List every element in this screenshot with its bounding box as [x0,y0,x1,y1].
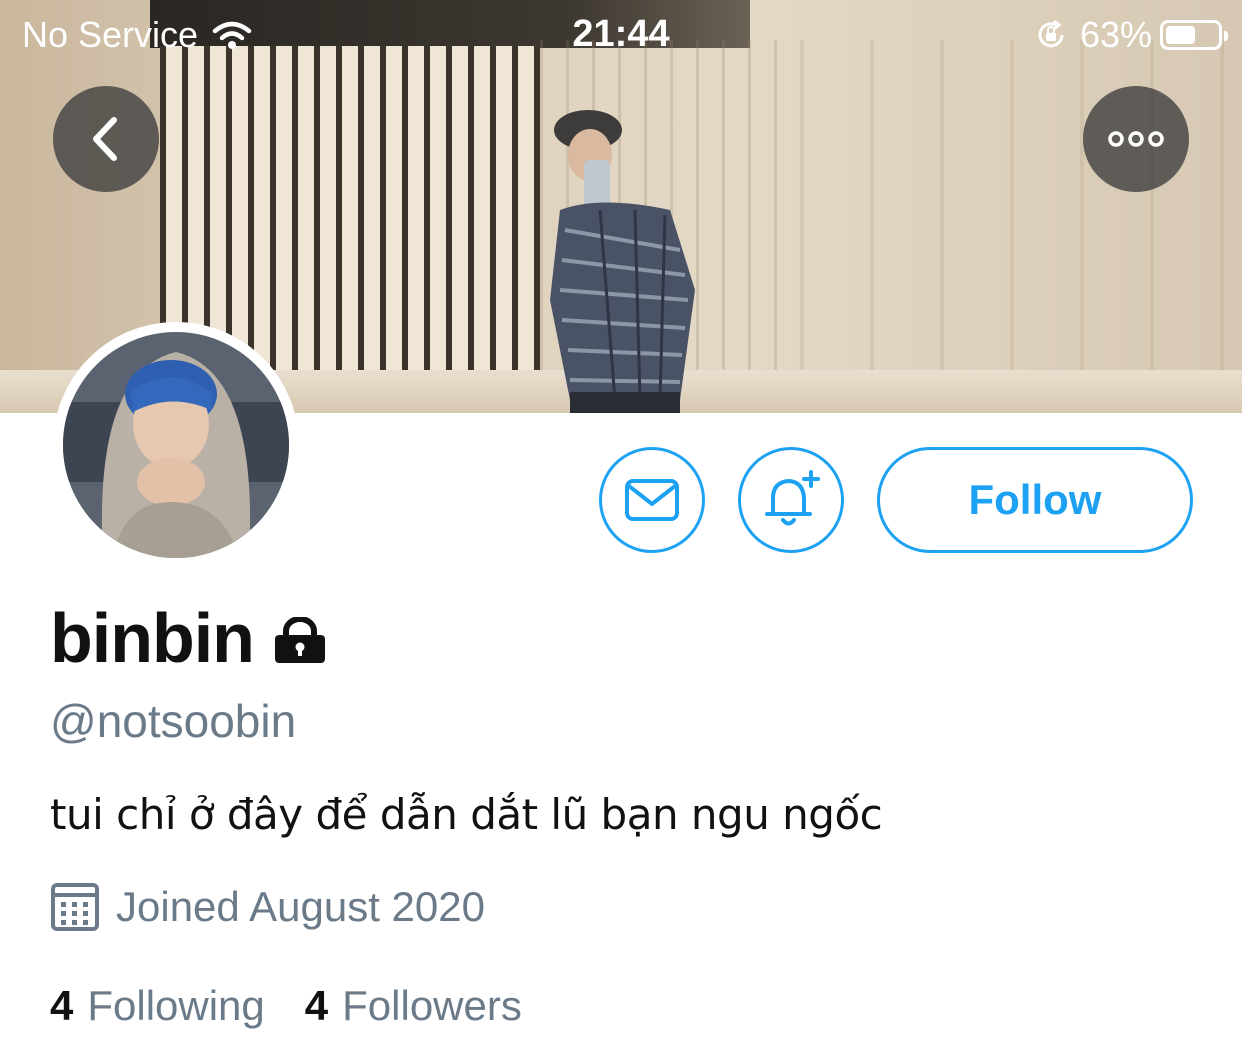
battery-percent: 63% [1079,14,1152,55]
battery-fill [1166,26,1196,44]
joined-date-row: Joined August 2020 [50,882,485,932]
banner-wall-right [800,40,1242,413]
banner-person-photo [550,110,695,413]
followers-count[interactable]: 4 [305,982,328,1030]
back-button[interactable] [53,86,159,192]
battery-icon [1160,20,1228,50]
bell-plus-icon [765,470,820,526]
ellipsis-icon [1108,131,1164,147]
profile-bio: tui chỉ ở đây để dẫn dắt lũ bạn ngu ngốc [50,790,883,839]
follow-button[interactable]: Follow [877,447,1193,553]
notifications-button[interactable] [738,447,844,553]
chevron-left-icon [93,117,117,161]
profile-display-name-row: binbin [50,598,328,678]
orientation-lock-icon [1038,19,1064,48]
display-name: binbin [50,599,255,677]
avatar-photo [63,332,289,558]
status-bar: No Service 21:44 63% [0,0,1242,70]
profile-handle: @notsoobin [50,695,297,747]
followers-label[interactable]: Followers [342,982,522,1030]
battery-nub [1224,31,1228,41]
following-label[interactable]: Following [87,982,264,1030]
envelope-icon [625,479,679,521]
follow-stats: 4 Following 4 Followers [50,982,562,1030]
lock-icon [274,617,325,663]
more-options-button[interactable] [1083,86,1189,192]
status-battery-group: 63% [1034,14,1228,56]
avatar-image [63,332,289,558]
message-button[interactable] [599,447,705,553]
joined-date: Joined August 2020 [116,883,485,930]
calendar-icon [51,883,99,931]
following-count[interactable]: 4 [50,982,73,1030]
avatar[interactable] [53,322,299,568]
